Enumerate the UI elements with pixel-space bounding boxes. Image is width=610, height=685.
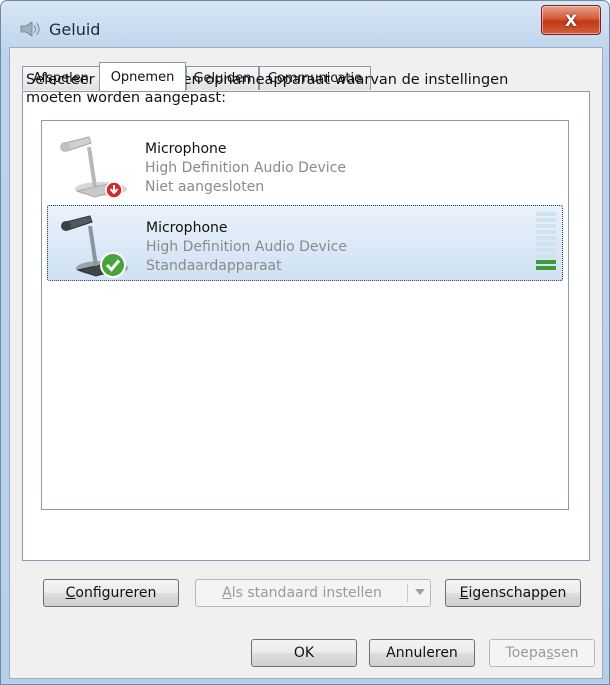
device-driver: High Definition Audio Device [145, 160, 346, 176]
level-segment [536, 212, 556, 216]
button-label: igenschappen [468, 585, 567, 601]
level-segment [536, 230, 556, 234]
title-bar[interactable]: Geluid X [1, 1, 609, 51]
device-status: Niet aangesloten [145, 179, 265, 195]
window-title: Geluid [49, 20, 101, 39]
close-button[interactable]: X [541, 5, 601, 35]
ok-button[interactable]: OK [251, 639, 357, 667]
button-label: ls standaard instellen [231, 585, 382, 601]
mnemonic: E [459, 585, 469, 601]
properties-button[interactable]: Eigenschappen [445, 579, 581, 607]
disconnected-icon [105, 181, 123, 199]
tab-opnemen[interactable]: Opnemen [99, 62, 186, 91]
mnemonic: A [222, 585, 232, 601]
mnemonic: s [546, 645, 554, 661]
level-segment [536, 242, 556, 246]
level-segment [536, 236, 556, 240]
level-segment [536, 218, 556, 222]
device-list[interactable]: Microphone High Definition Audio Device … [41, 120, 569, 510]
device-driver: High Definition Audio Device [146, 239, 347, 255]
level-segment [536, 254, 556, 258]
close-icon: X [564, 10, 578, 30]
button-label: sen [553, 645, 579, 661]
device-item-microphone-default[interactable]: Microphone High Definition Audio Device … [47, 205, 563, 281]
level-meter [536, 212, 558, 274]
device-name: Microphone [146, 220, 228, 236]
button-label: Annuleren [386, 645, 458, 661]
mnemonic: C [65, 585, 76, 601]
button-label: Toepa [505, 645, 547, 661]
apply-button[interactable]: Toepa s sen [489, 639, 595, 667]
default-check-icon [100, 252, 126, 278]
cancel-button[interactable]: Annuleren [369, 639, 475, 667]
split-separator [407, 584, 408, 602]
set-default-button[interactable]: Als standaard instellen [195, 579, 431, 607]
device-name: Microphone [145, 141, 227, 157]
level-segment [536, 266, 556, 270]
tab-label: Opnemen [110, 69, 175, 85]
device-item-microphone-disconnected[interactable]: Microphone High Definition Audio Device … [47, 127, 563, 203]
level-segment [536, 248, 556, 252]
level-segment [536, 260, 556, 264]
configure-button[interactable]: Configureren [43, 579, 179, 607]
speaker-icon [20, 21, 40, 37]
button-label: onfigureren [75, 585, 157, 601]
sound-dialog: Geluid X Afspelen Opnemen Geluiden Commu… [0, 0, 610, 685]
level-segment [536, 224, 556, 228]
device-status: Standaardapparaat [146, 258, 282, 274]
button-label: OK [293, 645, 315, 661]
chevron-down-icon[interactable] [415, 589, 425, 595]
